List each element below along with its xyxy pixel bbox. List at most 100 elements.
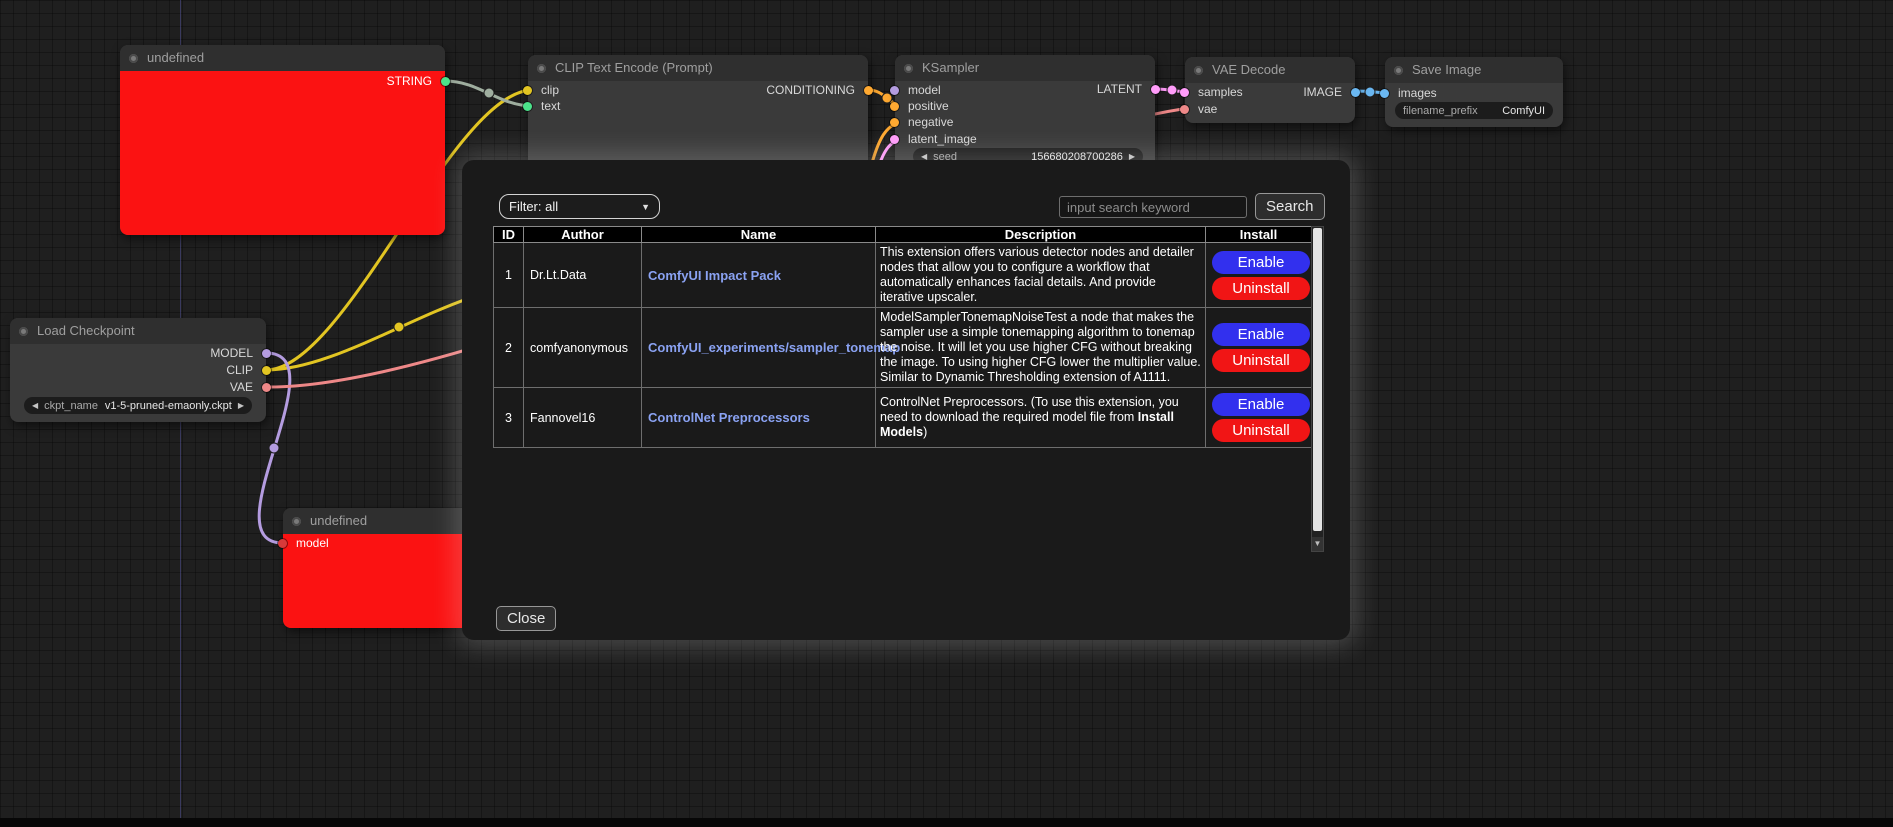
- slot-dot-icon[interactable]: [523, 102, 532, 111]
- node-load-checkpoint[interactable]: Load Checkpoint MODEL CLIP VAE ◀ ckpt_na…: [10, 318, 266, 422]
- search-input[interactable]: [1059, 196, 1247, 218]
- col-header-id: ID: [494, 227, 524, 243]
- table-scrollbar[interactable]: ▼: [1311, 226, 1324, 552]
- enable-button[interactable]: Enable: [1212, 251, 1310, 274]
- output-slot-latent[interactable]: LATENT: [1097, 81, 1155, 97]
- table-row: 2 comfyanonymous ComfyUI_experiments/sam…: [494, 308, 1312, 388]
- cell-install: Enable Uninstall: [1206, 308, 1312, 388]
- wire-midpoint-dot: [882, 93, 892, 103]
- input-slot-text[interactable]: text: [528, 98, 560, 114]
- node-title[interactable]: KSampler: [895, 55, 1155, 81]
- collapse-dot-icon[interactable]: [904, 64, 913, 73]
- node-title[interactable]: undefined: [120, 45, 445, 71]
- slot-dot-icon[interactable]: [1180, 88, 1189, 97]
- node-title[interactable]: VAE Decode: [1185, 57, 1355, 83]
- cell-install: Enable Uninstall: [1206, 388, 1312, 448]
- extension-link[interactable]: ComfyUI_experiments/sampler_tonemap: [648, 340, 900, 355]
- wire-midpoint-dot: [484, 88, 494, 98]
- output-slot-model[interactable]: MODEL: [210, 345, 266, 361]
- cell-id: 1: [494, 243, 524, 308]
- slot-dot-icon[interactable]: [441, 77, 450, 86]
- slot-dot-icon[interactable]: [262, 349, 271, 358]
- input-slot-clip[interactable]: clip: [528, 82, 559, 98]
- wire-midpoint-dot: [1365, 87, 1375, 97]
- slot-dot-icon[interactable]: [890, 102, 899, 111]
- extension-link[interactable]: ComfyUI Impact Pack: [648, 268, 781, 283]
- wire-midpoint-dot: [394, 322, 404, 332]
- input-slot-samples[interactable]: samples: [1185, 84, 1243, 100]
- slot-dot-icon[interactable]: [1151, 85, 1160, 94]
- cell-id: 3: [494, 388, 524, 448]
- input-slot-vae[interactable]: vae: [1185, 101, 1217, 117]
- input-slot-model[interactable]: model: [283, 535, 329, 551]
- uninstall-button[interactable]: Uninstall: [1212, 277, 1310, 300]
- collapse-dot-icon[interactable]: [292, 517, 301, 526]
- slot-dot-icon[interactable]: [890, 86, 899, 95]
- extension-link[interactable]: ControlNet Preprocessors: [648, 410, 810, 425]
- node-title[interactable]: CLIP Text Encode (Prompt): [528, 55, 868, 81]
- collapse-dot-icon[interactable]: [537, 64, 546, 73]
- node-save-image[interactable]: Save Image images filename_prefix ComfyU…: [1385, 57, 1563, 127]
- table-header-row: ID Author Name Description Install: [494, 227, 1312, 243]
- wire-midpoint-dot: [269, 443, 279, 453]
- node-title[interactable]: Save Image: [1385, 57, 1563, 83]
- node-vae-decode[interactable]: VAE Decode samples vae IMAGE: [1185, 57, 1355, 123]
- input-slot-images[interactable]: images: [1385, 85, 1437, 101]
- col-header-install: Install: [1206, 227, 1312, 243]
- cell-author: Fannovel16: [524, 388, 642, 448]
- input-slot-positive[interactable]: positive: [895, 98, 949, 114]
- collapse-dot-icon[interactable]: [129, 54, 138, 63]
- extension-manager-dialog: Filter: all ▼ Search ID Author Name Desc…: [462, 160, 1350, 640]
- node-title[interactable]: Load Checkpoint: [10, 318, 266, 344]
- output-slot-conditioning[interactable]: CONDITIONING: [766, 82, 868, 98]
- close-button[interactable]: Close: [496, 606, 556, 631]
- input-slot-latent-image[interactable]: latent_image: [895, 131, 977, 147]
- input-slot-model[interactable]: model: [895, 82, 941, 98]
- cell-id: 2: [494, 308, 524, 388]
- node-graph-canvas[interactable]: undefined STRING CLIP Text Encode (Promp…: [0, 0, 1893, 827]
- slot-dot-icon[interactable]: [278, 539, 287, 548]
- enable-button[interactable]: Enable: [1212, 393, 1310, 416]
- slot-dot-icon[interactable]: [262, 366, 271, 375]
- cell-author: Dr.Lt.Data: [524, 243, 642, 308]
- ckpt-name-widget[interactable]: ◀ ckpt_name v1-5-pruned-emaonly.ckpt ▶: [24, 397, 252, 414]
- collapse-dot-icon[interactable]: [1394, 66, 1403, 75]
- col-header-name: Name: [642, 227, 876, 243]
- slot-dot-icon[interactable]: [1351, 88, 1360, 97]
- output-slot-string[interactable]: STRING: [387, 73, 445, 89]
- node-undefined-top[interactable]: undefined STRING: [120, 45, 445, 235]
- scroll-down-icon[interactable]: ▼: [1312, 537, 1323, 551]
- slot-dot-icon[interactable]: [890, 135, 899, 144]
- input-slot-negative[interactable]: negative: [895, 114, 953, 130]
- output-slot-image[interactable]: IMAGE: [1303, 84, 1355, 100]
- slot-dot-icon[interactable]: [523, 86, 532, 95]
- uninstall-button[interactable]: Uninstall: [1212, 349, 1310, 372]
- cell-author: comfyanonymous: [524, 308, 642, 388]
- slot-dot-icon[interactable]: [864, 86, 873, 95]
- slot-dot-icon[interactable]: [1380, 89, 1389, 98]
- cell-description: ControlNet Preprocessors. (To use this e…: [876, 388, 1206, 448]
- wire-midpoint-dot: [1167, 85, 1177, 95]
- output-slot-clip[interactable]: CLIP: [226, 362, 266, 378]
- filename-prefix-widget[interactable]: filename_prefix ComfyUI: [1395, 102, 1553, 119]
- table-row: 1 Dr.Lt.Data ComfyUI Impact Pack This ex…: [494, 243, 1312, 308]
- collapse-dot-icon[interactable]: [19, 327, 28, 336]
- node-body: [120, 71, 445, 235]
- slot-dot-icon[interactable]: [1180, 105, 1189, 114]
- cell-description: This extension offers various detector n…: [876, 243, 1206, 308]
- scrollbar-thumb[interactable]: [1313, 228, 1322, 531]
- slot-dot-icon[interactable]: [262, 383, 271, 392]
- enable-button[interactable]: Enable: [1212, 323, 1310, 346]
- extension-table: ID Author Name Description Install 1 Dr.…: [493, 226, 1312, 448]
- filter-select[interactable]: Filter: all ▼: [499, 194, 660, 219]
- cell-install: Enable Uninstall: [1206, 243, 1312, 308]
- col-header-author: Author: [524, 227, 642, 243]
- slot-dot-icon[interactable]: [890, 118, 899, 127]
- decrement-arrow-icon[interactable]: ◀: [32, 397, 38, 414]
- collapse-dot-icon[interactable]: [1194, 66, 1203, 75]
- increment-arrow-icon[interactable]: ▶: [238, 397, 244, 414]
- output-slot-vae[interactable]: VAE: [230, 379, 266, 395]
- search-button[interactable]: Search: [1255, 193, 1325, 220]
- uninstall-button[interactable]: Uninstall: [1212, 419, 1310, 442]
- dropdown-caret-icon: ▼: [641, 202, 650, 212]
